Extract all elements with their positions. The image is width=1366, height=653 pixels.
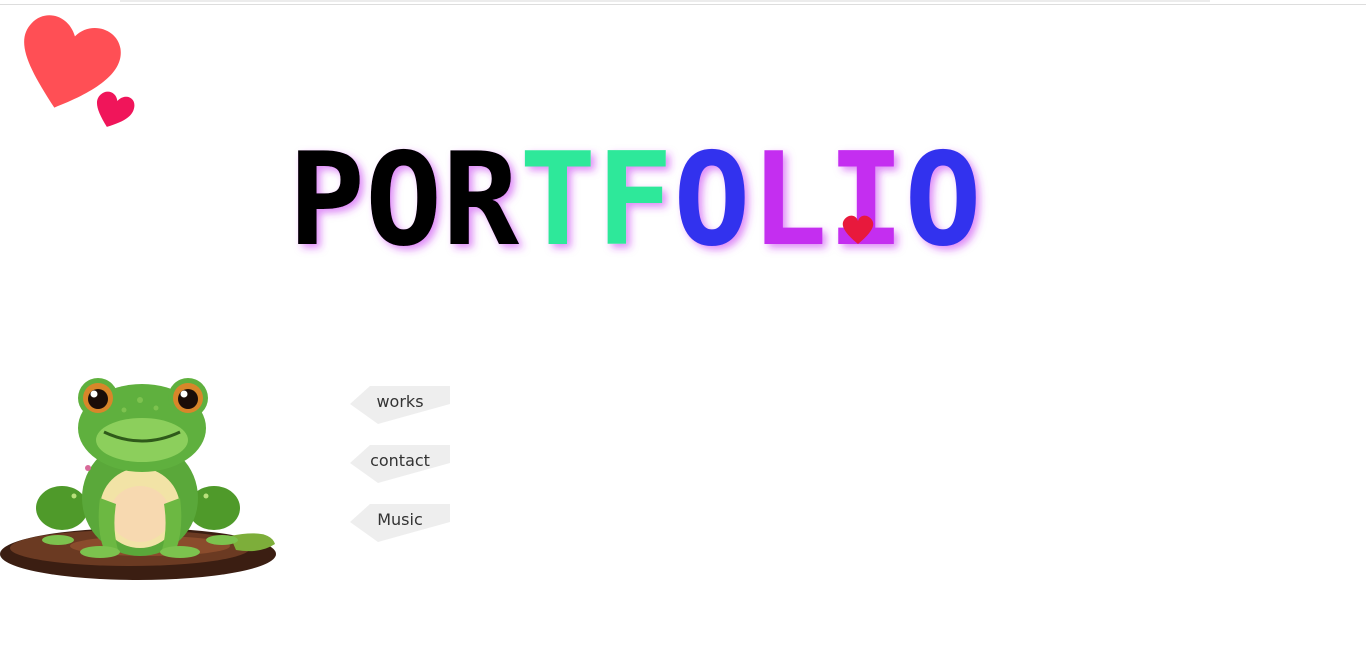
page-title: PORTFOLIO <box>280 126 1100 275</box>
title-letter: L <box>750 126 827 275</box>
title-letter: R <box>442 126 520 275</box>
title-letter: P <box>288 126 365 275</box>
nav-item-music[interactable]: Music <box>350 504 450 542</box>
title-letter: T <box>519 126 596 275</box>
title-letter: O <box>673 126 750 275</box>
title-letter: I <box>827 126 904 275</box>
frog-illustration <box>0 368 280 588</box>
nav-label: contact <box>370 451 430 470</box>
title-letter: O <box>905 126 982 275</box>
nav-label: works <box>376 392 424 411</box>
title-letter: O <box>365 126 442 275</box>
title-letter: F <box>596 126 673 275</box>
nav-label: Music <box>377 510 423 529</box>
top-divider <box>0 4 1366 5</box>
nav-item-works[interactable]: works <box>350 386 450 424</box>
nav-item-contact[interactable]: contact <box>350 445 450 483</box>
browser-top-strip <box>120 0 1210 2</box>
main-nav: works contact Music <box>350 386 450 563</box>
hearts-logo-icon[interactable] <box>8 10 138 130</box>
title-text: PORTFOLIO <box>288 126 982 275</box>
